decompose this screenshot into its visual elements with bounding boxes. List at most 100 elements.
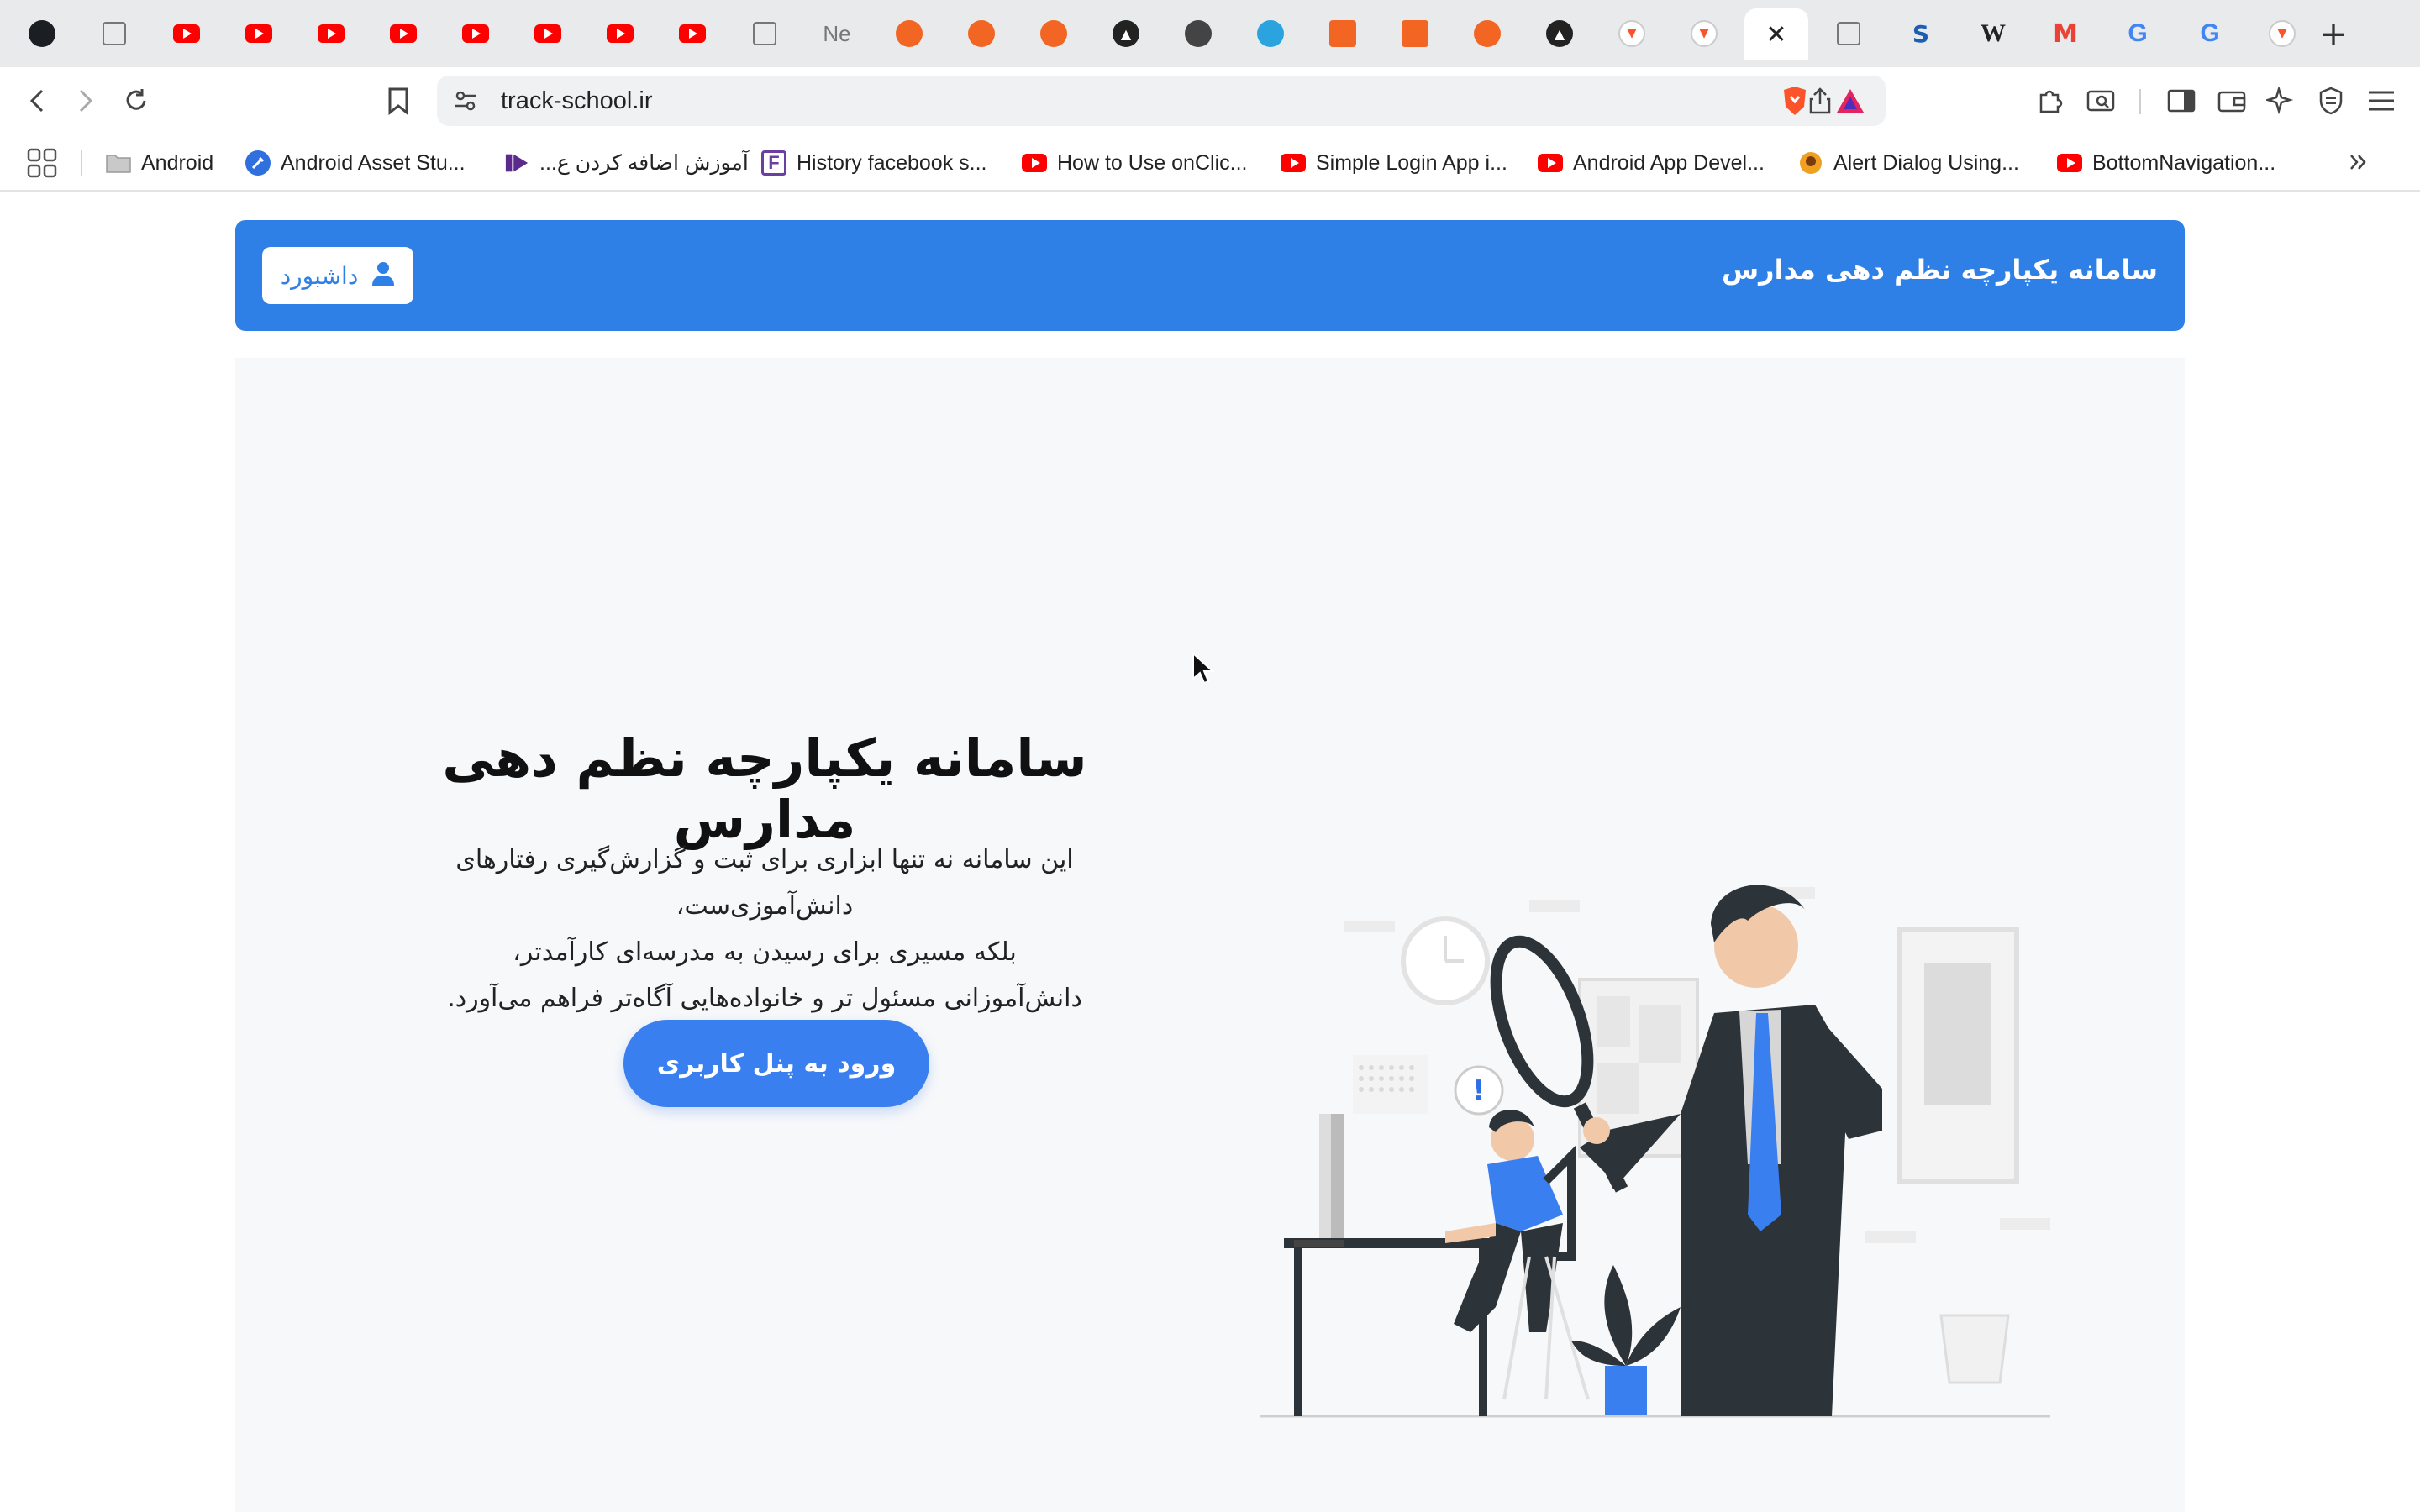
browser-tab[interactable] bbox=[1240, 12, 1301, 55]
orange-square-icon bbox=[1402, 20, 1428, 47]
site-title[interactable]: سامانه یکپارچه نظم دهی مدارس bbox=[1722, 254, 2158, 286]
leo-ai-icon[interactable] bbox=[2262, 82, 2299, 119]
tab-strip: Ne ▲ ▲ ▼ ▼ ✕ S W M G G ▼ + bbox=[0, 0, 2420, 67]
browser-tab[interactable]: ✕ bbox=[1744, 8, 1808, 60]
browser-tab[interactable] bbox=[879, 12, 939, 55]
browser-tab[interactable]: ▼ bbox=[1602, 12, 1662, 55]
bookmark-icon[interactable] bbox=[380, 82, 417, 119]
browser-tab[interactable] bbox=[1313, 12, 1373, 55]
hero-title: سامانه یکپارچه نظم دهی مدارس bbox=[442, 727, 1087, 850]
browser-tab[interactable]: ▼ bbox=[2252, 12, 2312, 55]
youtube-icon bbox=[534, 24, 561, 43]
user-icon bbox=[371, 261, 395, 290]
reader-icon bbox=[1837, 22, 1860, 45]
reader-icon bbox=[753, 22, 776, 45]
reader-mode-icon[interactable] bbox=[2082, 82, 2119, 119]
browser-tab[interactable]: Ne bbox=[807, 12, 867, 55]
purple-logo-icon bbox=[504, 150, 529, 176]
more-bookmarks-icon[interactable] bbox=[2346, 150, 2375, 178]
sidebar-icon[interactable] bbox=[2163, 82, 2200, 119]
browser-tab[interactable]: M bbox=[2035, 12, 2096, 55]
wallet-icon[interactable] bbox=[2213, 82, 2250, 119]
hero-line: این سامانه نه تنها ابزاری برای ثبت و گزا… bbox=[455, 845, 1074, 921]
youtube-icon bbox=[390, 24, 417, 43]
bookmark-item[interactable]: Simple Login App i... bbox=[1281, 146, 1507, 180]
new-tab-button[interactable]: + bbox=[2312, 13, 2354, 55]
brave-shields-icon[interactable] bbox=[1776, 82, 1813, 119]
google-icon: G bbox=[2200, 19, 2220, 47]
youtube-icon bbox=[173, 24, 200, 43]
bookmark-item[interactable]: F History facebook s... bbox=[761, 146, 986, 180]
youtube-icon bbox=[245, 24, 272, 43]
close-icon: ✕ bbox=[1765, 19, 1787, 50]
browser-tab[interactable] bbox=[156, 12, 217, 55]
mouse-cursor bbox=[1192, 651, 1215, 685]
folder-icon bbox=[106, 150, 131, 176]
asset-studio-icon bbox=[245, 150, 271, 176]
new-tab-icon: Ne bbox=[823, 20, 851, 46]
login-panel-button[interactable]: ورود به پنل کاربری bbox=[623, 1020, 929, 1107]
browser-tab[interactable] bbox=[662, 12, 723, 55]
browser-tab[interactable]: ▲ bbox=[1529, 12, 1590, 55]
bookmark-item[interactable]: Alert Dialog Using... bbox=[1798, 146, 2019, 180]
brave-icon: ▼ bbox=[1691, 20, 1718, 47]
reader-icon bbox=[103, 22, 126, 45]
apps-grid-icon[interactable] bbox=[27, 148, 60, 181]
browser-tab[interactable]: G bbox=[2180, 12, 2240, 55]
github-icon bbox=[29, 20, 55, 47]
extensions-icon[interactable] bbox=[2032, 82, 2069, 119]
browser-tab[interactable]: G bbox=[2107, 12, 2168, 55]
forward-icon[interactable] bbox=[67, 82, 104, 119]
browser-tab[interactable] bbox=[734, 12, 795, 55]
bookmark-item[interactable]: Android Asset Stu... bbox=[245, 146, 466, 180]
vpn-shield-icon[interactable] bbox=[2312, 82, 2349, 119]
dashboard-button[interactable]: داشبورد bbox=[262, 247, 413, 304]
browser-tab[interactable] bbox=[301, 12, 361, 55]
bookmarks-bar: Android Android Asset Stu... آموزش اضافه… bbox=[0, 134, 2420, 192]
bookmark-item[interactable]: Android bbox=[106, 146, 213, 180]
triangle-icon: ▲ bbox=[1113, 20, 1139, 47]
youtube-icon bbox=[1281, 150, 1306, 176]
hero-illustration: ! bbox=[1244, 862, 2084, 1433]
url-text[interactable]: track-school.ir bbox=[501, 87, 653, 115]
orange-square-icon bbox=[1329, 20, 1356, 47]
browser-tab[interactable] bbox=[373, 12, 434, 55]
dashboard-label: داشبورد bbox=[280, 261, 359, 290]
bookmark-item[interactable]: How to Use onClic... bbox=[1022, 146, 1247, 180]
browser-tab[interactable] bbox=[445, 12, 506, 55]
browser-tab[interactable] bbox=[590, 12, 650, 55]
browser-tab[interactable]: ▲ bbox=[1096, 12, 1156, 55]
browser-tab[interactable] bbox=[12, 12, 72, 55]
browser-tab[interactable] bbox=[1818, 12, 1879, 55]
browser-tab[interactable] bbox=[229, 12, 289, 55]
site-settings-icon[interactable] bbox=[449, 84, 482, 118]
youtube-icon bbox=[1022, 150, 1047, 176]
web-page: سامانه یکپارچه نظم دهی مدارس داشبورد سام… bbox=[0, 193, 2420, 1512]
browser-tab[interactable] bbox=[1023, 12, 1084, 55]
browser-tab[interactable] bbox=[1168, 12, 1228, 55]
orange-site-icon bbox=[1474, 20, 1501, 47]
gmail-icon: M bbox=[2053, 18, 2078, 49]
wikipedia-icon: W bbox=[1981, 19, 2006, 47]
browser-tab[interactable] bbox=[951, 12, 1012, 55]
reload-icon[interactable] bbox=[118, 82, 155, 119]
telegram-icon bbox=[1257, 20, 1284, 47]
address-bar[interactable]: track-school.ir bbox=[437, 76, 1886, 126]
youtube-icon bbox=[462, 24, 489, 43]
bookmark-item[interactable]: Android App Devel... bbox=[1538, 146, 1765, 180]
hero-line: دانش‌آموزانی مسئول تر و خانواده‌هایی آگا… bbox=[447, 984, 1082, 1013]
back-icon[interactable] bbox=[18, 82, 55, 119]
browser-tab[interactable] bbox=[1385, 12, 1445, 55]
browser-tab[interactable] bbox=[518, 12, 578, 55]
youtube-icon bbox=[607, 24, 634, 43]
bookmark-item[interactable]: آموزش اضافه کردن ع... bbox=[504, 146, 749, 180]
youtube-icon bbox=[1538, 150, 1563, 176]
bookmark-item[interactable]: BottomNavigation... bbox=[2057, 146, 2275, 180]
browser-tab[interactable] bbox=[84, 12, 145, 55]
browser-tab[interactable]: ▼ bbox=[1674, 12, 1734, 55]
browser-tab[interactable]: S bbox=[1891, 12, 1951, 55]
menu-icon[interactable] bbox=[2363, 82, 2400, 119]
browser-tab[interactable]: W bbox=[1963, 12, 2023, 55]
brave-rewards-icon[interactable] bbox=[1832, 82, 1869, 119]
browser-tab[interactable] bbox=[1457, 12, 1518, 55]
